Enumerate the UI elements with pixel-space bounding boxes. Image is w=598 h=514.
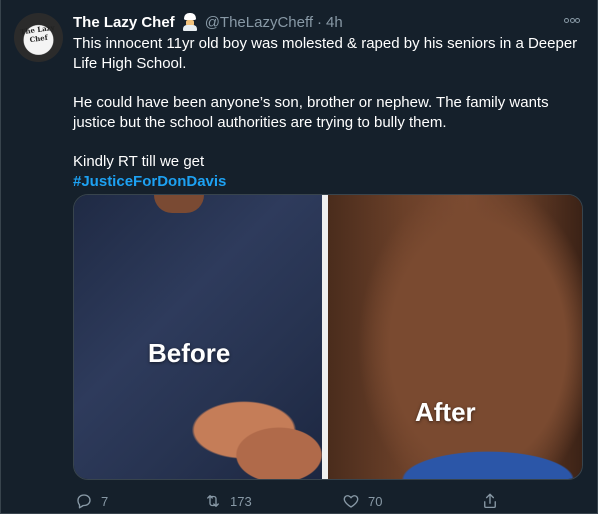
hashtag-link[interactable]: #JusticeForDonDavis [73,173,226,190]
tweet-paragraph-3: Kindly RT till we get [73,153,205,170]
share-icon [484,493,496,509]
tweet-media[interactable]: Before After [73,194,583,480]
after-label: After [415,397,476,427]
avatar[interactable]: The Lazy Chef [14,13,63,62]
avatar-logo-text: The Lazy Chef [19,22,56,45]
tweet-text: This innocent 11yr old boy was molested … [73,34,583,192]
before-photo[interactable]: Before [74,195,328,479]
tweet-header: The Lazy Chef @TheLazyCheff · 4h [73,11,343,33]
more-options-icon[interactable] [564,17,580,23]
tweet-paragraph-2: He could have been anyone’s son, brother… [73,94,549,131]
author-name[interactable]: The Lazy Chef [73,14,175,31]
share-button[interactable] [481,492,507,510]
after-photo[interactable]: After [328,195,582,479]
tweet-actions: 7 173 70 [73,490,513,512]
author-handle[interactable]: @TheLazyCheff [205,14,313,31]
reply-icon [77,494,91,509]
like-count: 70 [368,493,383,509]
tweet[interactable]: The Lazy Chef The Lazy Chef @TheLazyChef… [0,0,598,514]
reply-button[interactable]: 7 [75,492,108,510]
like-button[interactable]: 70 [342,492,382,510]
chef-emoji-icon [181,13,199,31]
reply-count: 7 [101,493,109,509]
tweet-paragraph-1: This innocent 11yr old boy was molested … [73,35,578,72]
separator-dot: · [317,13,323,31]
retweet-icon [207,495,219,507]
retweet-button[interactable]: 173 [204,492,252,510]
retweet-count: 173 [230,493,252,509]
heart-icon [343,495,359,508]
before-label: Before [148,338,231,368]
timestamp[interactable]: 4h [326,14,343,31]
